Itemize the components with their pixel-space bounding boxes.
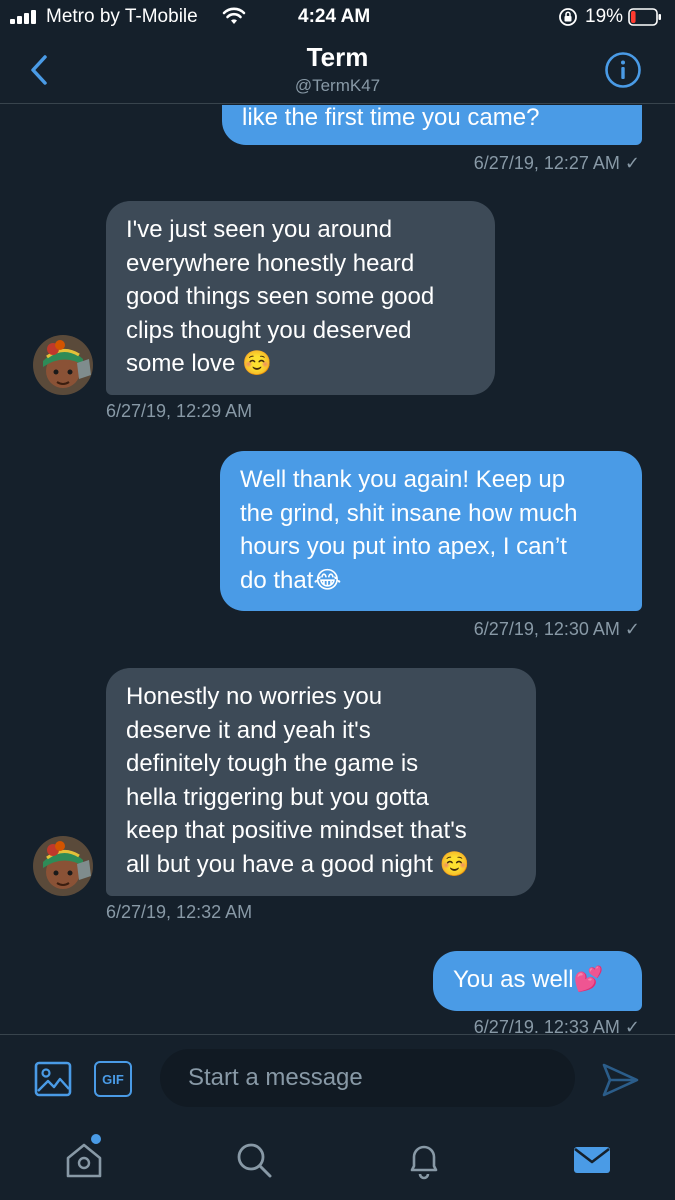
- status-bar: Metro by T-Mobile 4:24 AM 19%: [0, 0, 675, 36]
- received-message-bubble[interactable]: Honestly no worries you deserve it and y…: [106, 668, 536, 896]
- avatar-image: [33, 335, 93, 395]
- messages-icon[interactable]: [570, 1138, 614, 1182]
- search-icon[interactable]: [232, 1138, 276, 1182]
- message-line: definitely tough the game is: [126, 750, 419, 777]
- message-line: everywhere honestly heard: [126, 249, 415, 277]
- message-line: clips thought you deserved: [126, 316, 412, 344]
- message-line: hella triggering but you gotta: [126, 783, 429, 811]
- message-line: some love ☺️: [126, 350, 272, 377]
- message-list[interactable]: like the first time you came? 6/27/19, 1…: [0, 105, 675, 1033]
- notifications-icon[interactable]: [402, 1138, 446, 1182]
- image-icon[interactable]: [34, 1061, 72, 1097]
- message-line: deserve it and yeah it's: [126, 716, 371, 744]
- message-line: do that😂: [240, 566, 342, 594]
- signal-icon: [10, 10, 36, 24]
- orientation-lock-icon: [559, 8, 577, 26]
- battery-percentage: 19%: [585, 6, 624, 27]
- battery-icon: [628, 8, 661, 26]
- home-icon[interactable]: [62, 1138, 106, 1182]
- message-text: like the first time you came?: [242, 105, 540, 131]
- message-line: good things seen some good: [126, 283, 435, 310]
- message-timestamp: 6/27/19, 12:27 AM ✓: [473, 153, 640, 173]
- message-composer: GIF: [0, 1034, 675, 1122]
- avatar[interactable]: [33, 836, 93, 896]
- message-line: Honestly no worries you: [126, 683, 383, 710]
- message-line: all but you have a good night ☺️: [126, 850, 470, 878]
- conversation-header: Term @TermK47: [0, 36, 675, 104]
- message-line: hours you put into apex, I can’t: [240, 533, 567, 560]
- received-message-bubble[interactable]: I've just seen you around everywhere hon…: [106, 201, 495, 395]
- gif-button[interactable]: GIF: [94, 1061, 132, 1097]
- message-line: keep that positive mindset that's: [126, 817, 467, 844]
- carrier-name: Metro by T-Mobile: [46, 6, 198, 27]
- send-icon[interactable]: [600, 1061, 640, 1099]
- message-line: I've just seen you around: [126, 216, 393, 243]
- message-input[interactable]: [160, 1049, 575, 1107]
- message-line: the grind, shit insane how much: [240, 499, 578, 527]
- sent-message-bubble[interactable]: You as well💕: [433, 951, 642, 1011]
- avatar-image: [33, 836, 93, 896]
- message-timestamp: 6/27/19, 12:30 AM ✓: [473, 619, 640, 639]
- wifi-icon: [222, 7, 246, 24]
- avatar[interactable]: [33, 335, 93, 395]
- message-timestamp: 6/27/19, 12:33 AM ✓: [473, 1017, 640, 1033]
- notification-dot: [91, 1134, 101, 1144]
- message-line: Well thank you again! Keep up: [240, 466, 566, 493]
- clock: 4:24 AM: [298, 6, 371, 27]
- conversation-title: Term: [306, 42, 369, 72]
- conversation-handle: @TermK47: [294, 76, 381, 95]
- message-text: You as well💕: [453, 966, 604, 993]
- message-timestamp: 6/27/19, 12:29 AM: [106, 401, 253, 421]
- info-icon[interactable]: [604, 51, 642, 89]
- message-timestamp: 6/27/19, 12:32 AM: [106, 902, 253, 922]
- tab-bar: [0, 1122, 675, 1200]
- sent-message-bubble[interactable]: like the first time you came?: [222, 105, 642, 145]
- gif-label: GIF: [102, 1071, 124, 1087]
- sent-message-bubble[interactable]: Well thank you again! Keep up the grind,…: [220, 451, 642, 611]
